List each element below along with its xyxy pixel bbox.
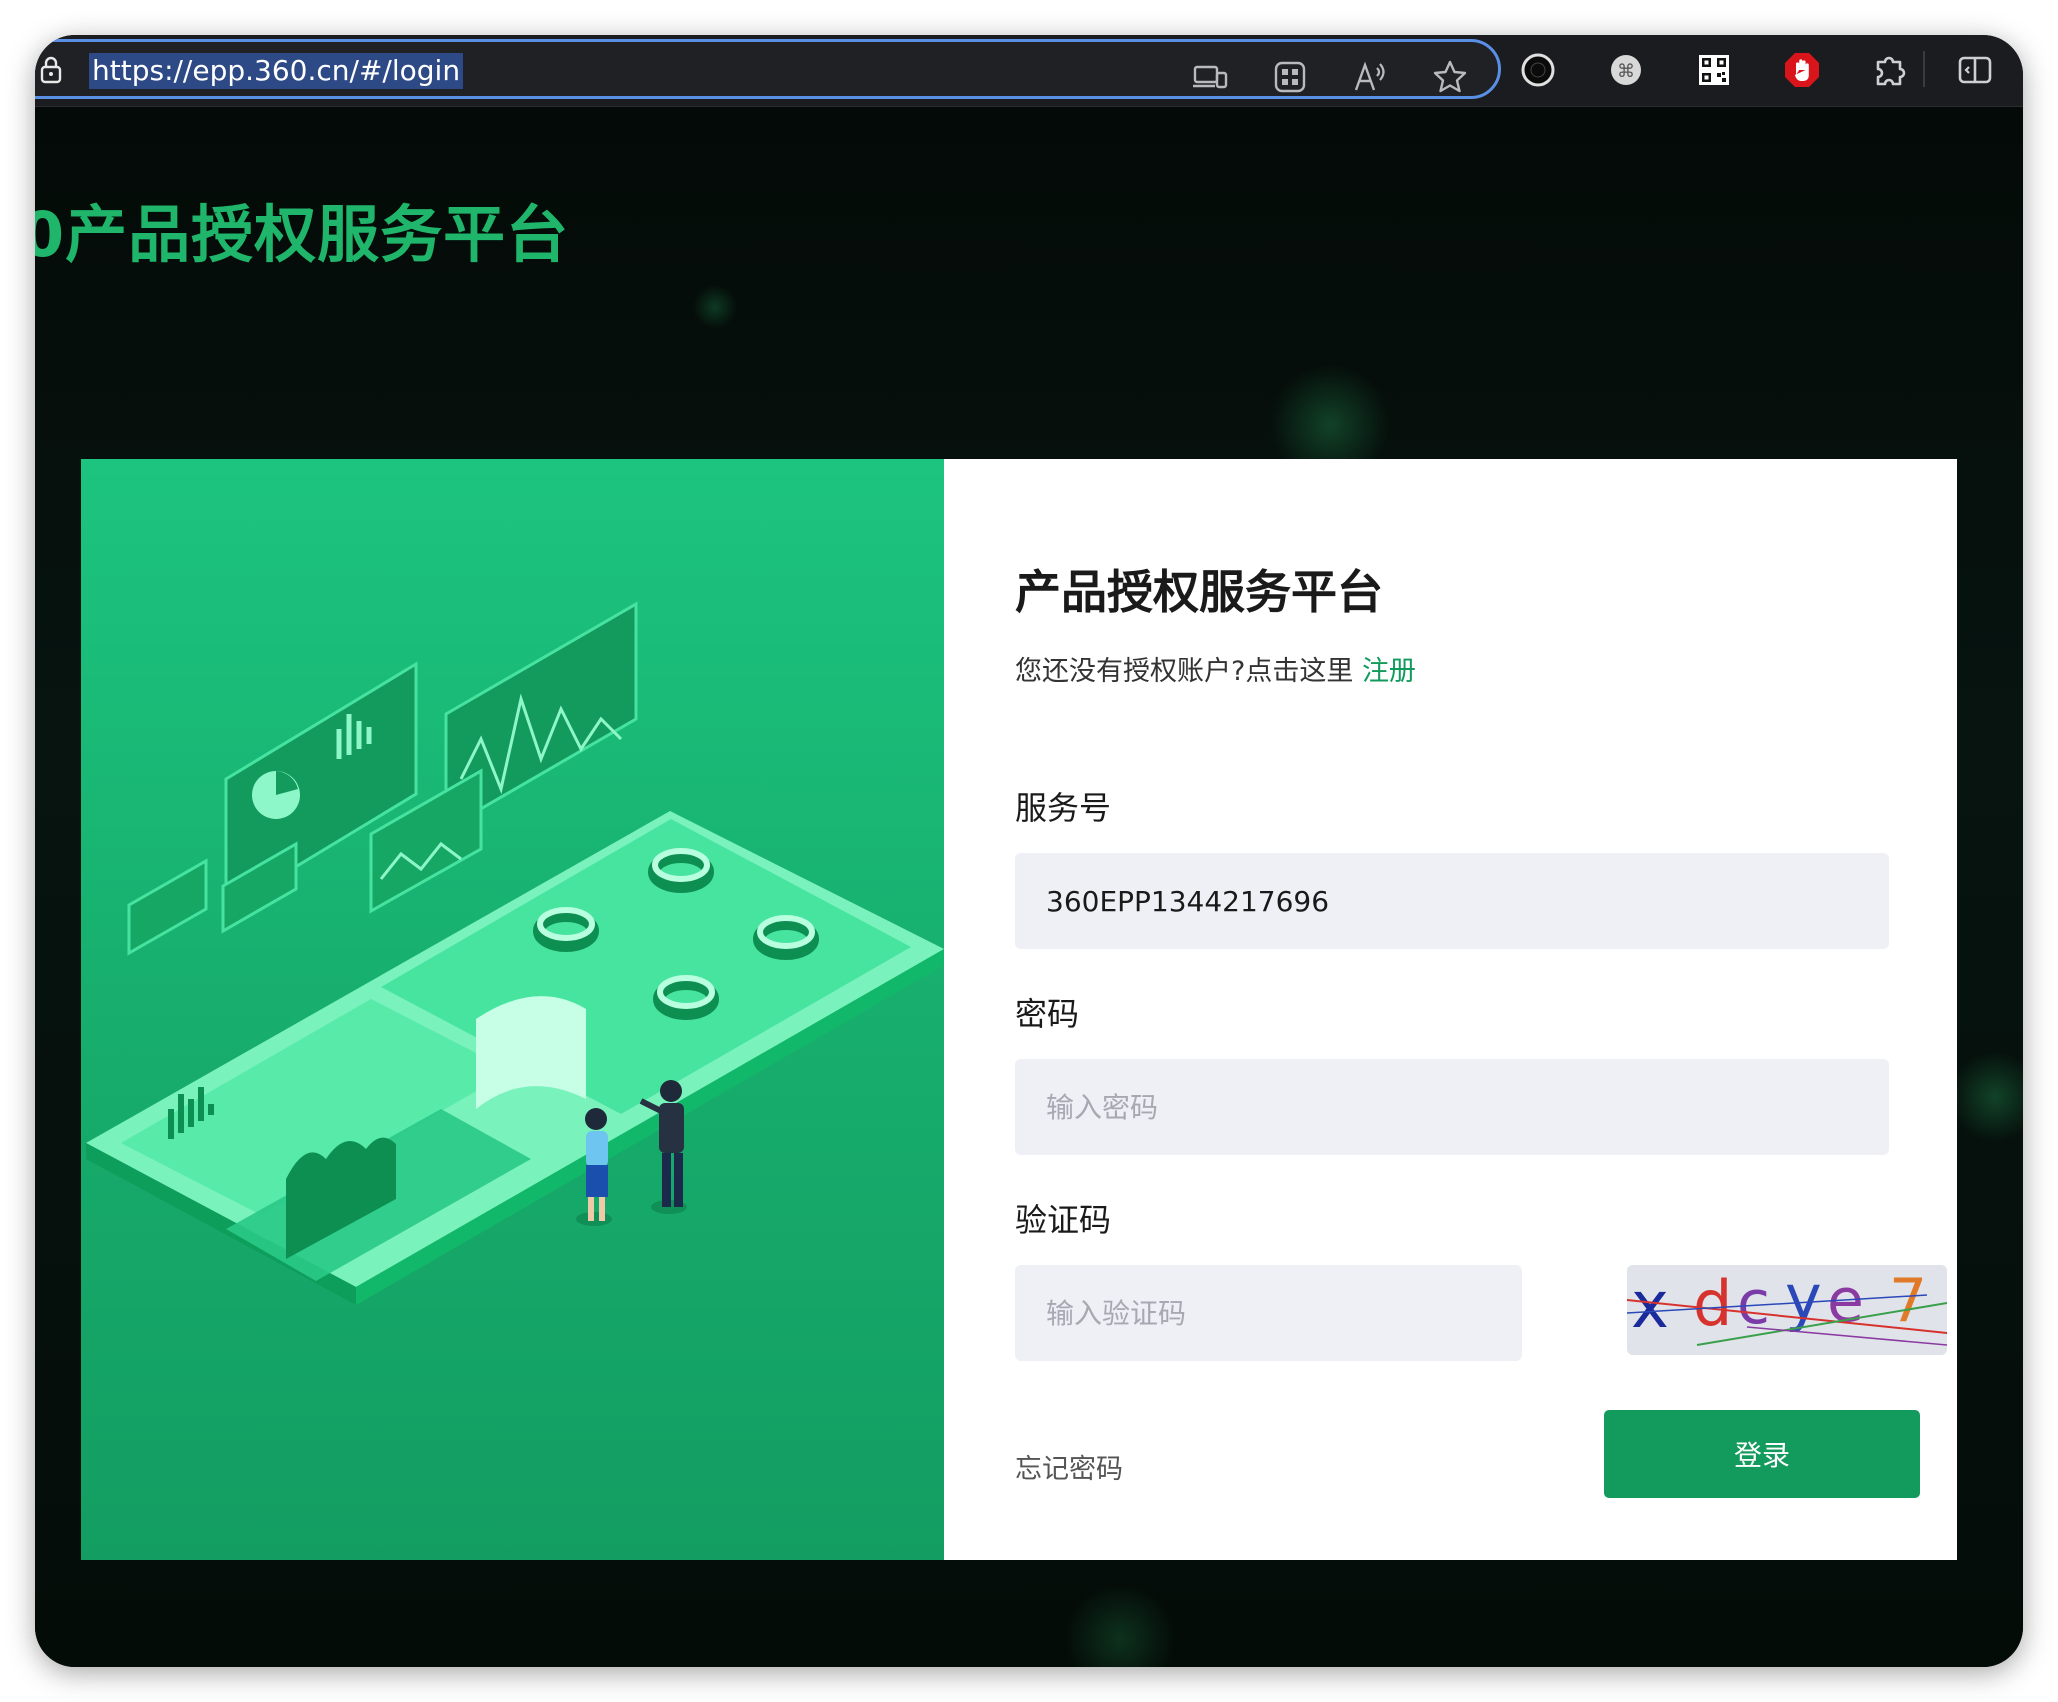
password-label: 密码 xyxy=(1015,995,1080,1033)
login-form: 产品授权服务平台 您还没有授权账户?点击这里 注册 服务号 密码 验证码 x d xyxy=(944,459,1957,1560)
url-text[interactable]: https://epp.360.cn/#/login xyxy=(89,53,464,89)
favorite-star-icon[interactable] xyxy=(1431,58,1469,96)
command-ext-icon[interactable]: ⌘ xyxy=(1606,50,1646,90)
adblock-hand-icon[interactable] xyxy=(1782,50,1822,90)
svg-text:d: d xyxy=(1693,1267,1732,1340)
forgot-password-link[interactable]: 忘记密码 xyxy=(1015,1447,1123,1486)
record-ext-icon[interactable] xyxy=(1518,50,1558,90)
login-button[interactable]: 登录 xyxy=(1604,1410,1920,1498)
login-page: 0产品授权服务平台 产品授权服务平台 您还没有授权账户?点击这里 注册 服务号 … xyxy=(35,107,2023,1667)
lock-icon[interactable] xyxy=(40,56,62,84)
service-number-label: 服务号 xyxy=(1015,789,1112,827)
captcha-input[interactable] xyxy=(1015,1265,1522,1361)
data-dashboard-illustration xyxy=(81,459,944,1560)
form-title: 产品授权服务平台 xyxy=(1015,565,1383,619)
service-number-input[interactable] xyxy=(1015,853,1889,949)
brand-title: 0产品授权服务平台 xyxy=(35,198,570,271)
password-input[interactable] xyxy=(1015,1059,1889,1155)
browser-toolbar: https://epp.360.cn/#/login ⌘ xyxy=(35,35,2023,107)
captcha-label: 验证码 xyxy=(1015,1201,1112,1239)
apps-icon[interactable] xyxy=(1271,58,1309,96)
register-prompt-text: 您还没有授权账户?点击这里 xyxy=(1015,656,1354,687)
svg-text:⌘: ⌘ xyxy=(1617,61,1635,82)
login-card: 产品授权服务平台 您还没有授权账户?点击这里 注册 服务号 密码 验证码 x d xyxy=(81,459,1957,1560)
toolbar-divider xyxy=(1923,51,1925,87)
svg-text:x: x xyxy=(1631,1269,1669,1343)
extensions-puzzle-icon[interactable] xyxy=(1870,50,1910,90)
browser-window: https://epp.360.cn/#/login ⌘ 0产品授权服务平台 产… xyxy=(35,35,2023,1667)
split-screen-icon[interactable] xyxy=(1955,50,1995,90)
register-link[interactable]: 注册 xyxy=(1362,656,1416,687)
qr-code-ext-icon[interactable] xyxy=(1694,50,1734,90)
address-bar[interactable]: https://epp.360.cn/#/login xyxy=(35,39,1501,99)
captcha-image[interactable]: x d c y e 7 xyxy=(1627,1265,1947,1355)
svg-text:7: 7 xyxy=(1889,1266,1927,1336)
read-aloud-icon[interactable] xyxy=(1351,58,1389,96)
svg-text:y: y xyxy=(1785,1265,1822,1334)
register-prompt: 您还没有授权账户?点击这里 注册 xyxy=(1015,649,1416,688)
devices-icon[interactable] xyxy=(1191,58,1229,96)
